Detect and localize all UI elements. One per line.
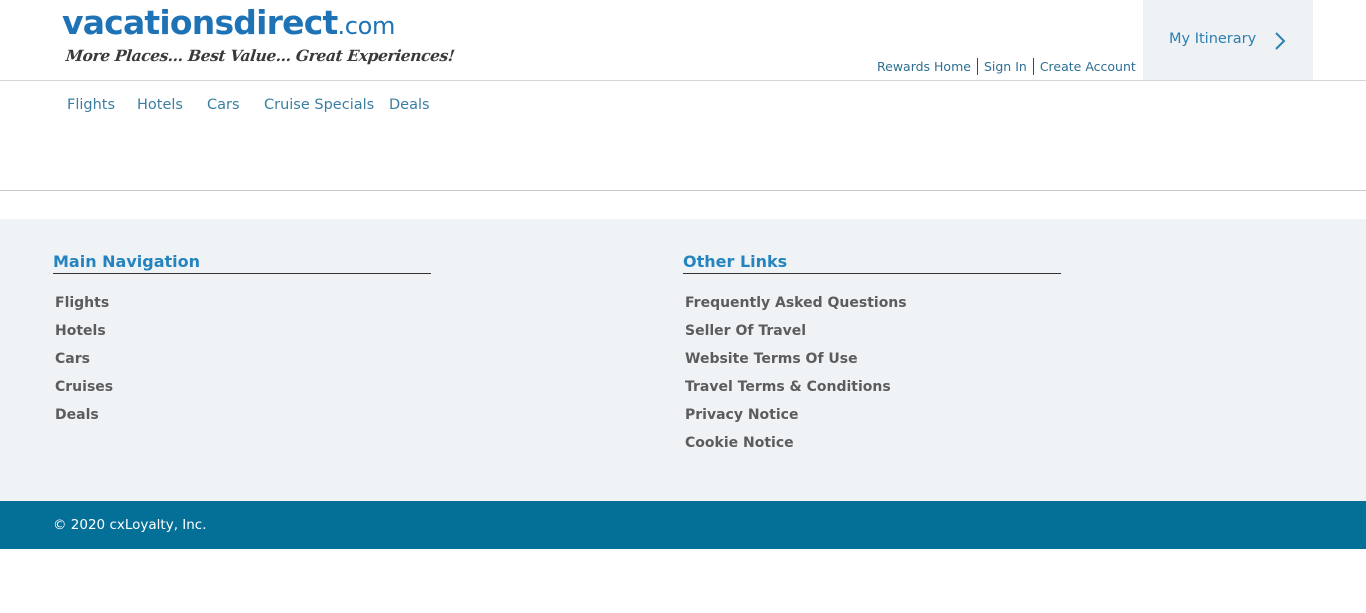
footer-other-links-title: Other Links: [683, 252, 1061, 274]
site-footer: Main Navigation Flights Hotels Cars Crui…: [0, 219, 1366, 501]
footer-link-travel-terms[interactable]: Travel Terms & Conditions: [685, 373, 1061, 401]
copyright-bar: © 2020 cxLoyalty, Inc.: [0, 501, 1366, 549]
footer-other-links-list: Frequently Asked Questions Seller Of Tra…: [683, 289, 1061, 457]
nav-item-deals[interactable]: Deals: [389, 97, 430, 113]
footer-link-cruises[interactable]: Cruises: [55, 373, 431, 401]
footer-link-cars[interactable]: Cars: [55, 345, 431, 373]
create-account-link[interactable]: Create Account: [1034, 58, 1142, 75]
footer-link-cookie-notice[interactable]: Cookie Notice: [685, 429, 1061, 457]
sign-in-link[interactable]: Sign In: [978, 58, 1033, 75]
footer-other-links: Other Links Frequently Asked Questions S…: [683, 252, 1061, 463]
my-itinerary-label: My Itinerary: [1169, 31, 1257, 47]
my-itinerary-button[interactable]: My Itinerary: [1143, 0, 1313, 80]
site-header: vacationsdirect.com More Places... Best …: [0, 0, 1366, 81]
chevron-right-icon: [1275, 32, 1286, 50]
rewards-home-link[interactable]: Rewards Home: [871, 58, 977, 75]
nav-item-flights[interactable]: Flights: [67, 97, 115, 113]
footer-link-hotels[interactable]: Hotels: [55, 317, 431, 345]
footer-link-seller-of-travel[interactable]: Seller Of Travel: [685, 317, 1061, 345]
footer-link-faq[interactable]: Frequently Asked Questions: [685, 289, 1061, 317]
nav-item-cruise-specials[interactable]: Cruise Specials: [264, 97, 374, 113]
logo-brand-suffix: .com: [337, 12, 396, 40]
logo-tagline: More Places... Best Value... Great Exper…: [65, 46, 456, 65]
copyright-text: © 2020 cxLoyalty, Inc.: [53, 517, 207, 533]
nav-item-hotels[interactable]: Hotels: [137, 97, 183, 113]
footer-link-website-terms[interactable]: Website Terms Of Use: [685, 345, 1061, 373]
footer-link-flights[interactable]: Flights: [55, 289, 431, 317]
footer-main-navigation: Main Navigation Flights Hotels Cars Crui…: [53, 252, 431, 435]
footer-main-navigation-title: Main Navigation: [53, 252, 431, 274]
footer-link-deals[interactable]: Deals: [55, 401, 431, 429]
logo-wordmark: vacationsdirect.com: [62, 6, 395, 39]
footer-link-privacy-notice[interactable]: Privacy Notice: [685, 401, 1061, 429]
main-nav-bar: Flights Hotels Cars Cruise Specials Deal…: [0, 81, 1366, 191]
account-links: Rewards Home Sign In Create Account: [871, 58, 1142, 75]
nav-item-cars[interactable]: Cars: [207, 97, 240, 113]
site-logo[interactable]: vacationsdirect.com More Places... Best …: [62, 6, 455, 72]
logo-brand-name: vacationsdirect: [62, 3, 338, 42]
footer-main-navigation-list: Flights Hotels Cars Cruises Deals: [53, 289, 431, 429]
